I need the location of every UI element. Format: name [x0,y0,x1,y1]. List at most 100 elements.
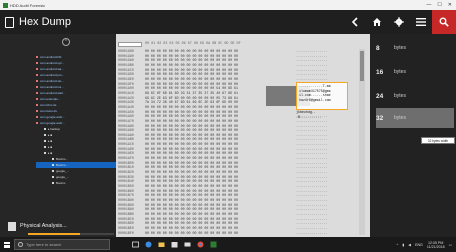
back-icon [351,17,358,27]
ascii-selection-box: ............T.ma ilomam317575@gma il.com… [296,82,348,110]
forensic-app-icon[interactable] [210,241,217,248]
width-option-number: 24 [376,92,384,100]
package-icon [36,110,38,112]
window-titlebar: HDD Audit Forensic — ☐ ✕ [0,0,456,10]
file-icon [52,158,54,160]
offset-column: 00001980 00001990 000019A0 000019B0 000019C0… [118,49,143,235]
physical-analysis-item[interactable]: Physical Analysis... [0,218,116,234]
width-option-16[interactable]: 16 bytes [376,62,454,82]
clock-date: 11/21/2018 [426,244,445,249]
search-icon [439,17,449,27]
vertical-scrollbar[interactable] [359,49,365,235]
tray-chevron-icon[interactable]: ^ [397,243,399,247]
windows-taskbar: Type here to search ^ ▮ ◀ ENG 12:05 PM 1… [0,237,456,252]
file-icon [52,170,54,172]
mail-icon[interactable] [184,241,191,248]
clock[interactable]: 12:05 PM 11/21/2018 [427,241,445,249]
start-button[interactable] [0,237,14,252]
windows-logo-icon [4,241,10,248]
menu-icon [416,18,426,26]
tree-item-label: com.android.syn... [40,61,65,65]
width-option-label: bytes [394,69,406,75]
width-option-label: bytes [394,45,406,51]
language-indicator[interactable]: ENG [415,243,423,247]
home-button[interactable] [366,10,388,34]
bytes-column: 00 00 00 00 00 00 00 00 00 00 00 00 00 0… [145,49,295,235]
width-option-number: 16 [376,68,384,76]
width-option-24[interactable]: 24 bytes [376,86,454,106]
bytes-width-panel: 8 bytes 16 bytes 24 bytes 32 bytes [370,34,456,237]
notifications-icon[interactable]: ▭ [449,243,452,247]
package-icon [36,92,38,94]
chrome-icon[interactable] [197,241,204,248]
minimize-button[interactable]: — [426,2,431,8]
package-icon [36,62,38,64]
package-icon [36,80,38,82]
file-icon [52,164,54,166]
tree-item-label: com.android.sto... [40,79,64,83]
package-icon [36,74,38,76]
file-icon [52,176,54,178]
ascii-row: ................ [296,230,328,235]
width-tooltip: 32 bytes width [421,137,455,144]
settings-button[interactable] [388,10,410,34]
folder-icon [44,128,46,130]
menu-button[interactable] [410,10,432,34]
tree-item-label: com.google.andr... [40,121,65,125]
app-header: Hex Dump [0,10,456,34]
hex-dump-panel: 00 01 02 03 04 05 06 07 08 09 0A 0B 0C 0… [116,34,370,237]
page-title: Hex Dump [19,16,71,28]
package-icon [36,122,38,124]
column-header-text: 00 01 02 03 04 05 06 07 08 09 0A 0B 0C 0… [145,42,241,46]
folder-icon [44,146,46,148]
settings-icon [394,17,404,27]
collapse-chevron-icon[interactable]: ⌃ [62,38,70,46]
scrollbar-thumb[interactable] [360,51,364,81]
volume-icon[interactable]: ◀ [408,243,411,247]
tree-item-label: com.android.wall... [40,91,66,95]
physical-analysis-label: Physical Analysis... [20,223,67,229]
hex-body[interactable]: 00001980 00001990 000019A0 000019B0 000019C0… [116,49,370,235]
tree-item-label: Bookm [56,181,66,185]
tree-item-label: com.android.wa... [40,67,64,71]
file-tree-sidebar: ⌃ com.android.bbl com.android.syn... com.a… [0,34,116,237]
ascii-column: ........................................… [296,49,352,235]
task-view-icon[interactable] [132,241,139,248]
width-option-32[interactable]: 32 bytes [376,108,454,128]
file-explorer-icon[interactable] [158,241,165,248]
file-icon [52,182,54,184]
package-icon [36,68,38,70]
maximize-button[interactable]: ☐ [437,2,441,8]
package-icon [36,98,38,100]
width-option-number: 8 [376,44,380,52]
back-button[interactable] [344,10,366,34]
progress-bar [28,233,114,235]
tree-item-label: com.feicu.ds [40,109,57,113]
hex-column-header: 00 01 02 03 04 05 06 07 08 09 0A 0B 0C 0… [116,42,370,48]
network-icon[interactable]: ▮ [402,243,404,247]
package-icon [36,86,38,88]
store-icon[interactable] [171,241,178,248]
tree-item-label: ▸ ■ [48,133,53,137]
home-icon [373,18,381,26]
close-window-button[interactable]: ✕ [448,2,452,8]
width-option-8[interactable]: 8 bytes [376,38,454,58]
search-button[interactable] [432,10,456,34]
window-title: HDD Audit Forensic [10,2,46,8]
taskbar-search[interactable]: Type here to search [14,239,110,250]
hex-row[interactable]: 00 00 00 00 00 00 00 00 00 00 00 00 00 0… [145,231,295,235]
offset-header-field[interactable] [118,42,142,47]
tree-item-label: com.android.ins... [40,85,64,89]
edge-browser-icon[interactable] [145,241,152,248]
width-option-label: bytes [394,93,406,99]
tree-item[interactable]: Bookm [36,180,116,186]
tree-item-label: com.google.andr... [40,115,65,119]
document-icon [8,221,16,231]
folder-icon [44,140,46,142]
width-option-number: 32 [376,114,384,122]
tree-item-label: ▸ backup [48,127,61,131]
ascii-tail-text: jkbeuhdg.. .B........... [296,110,322,119]
package-icon [36,56,38,58]
tree-item-label: Bookm... [56,163,68,167]
tree-item-label: com.bbm.ds [40,103,57,107]
